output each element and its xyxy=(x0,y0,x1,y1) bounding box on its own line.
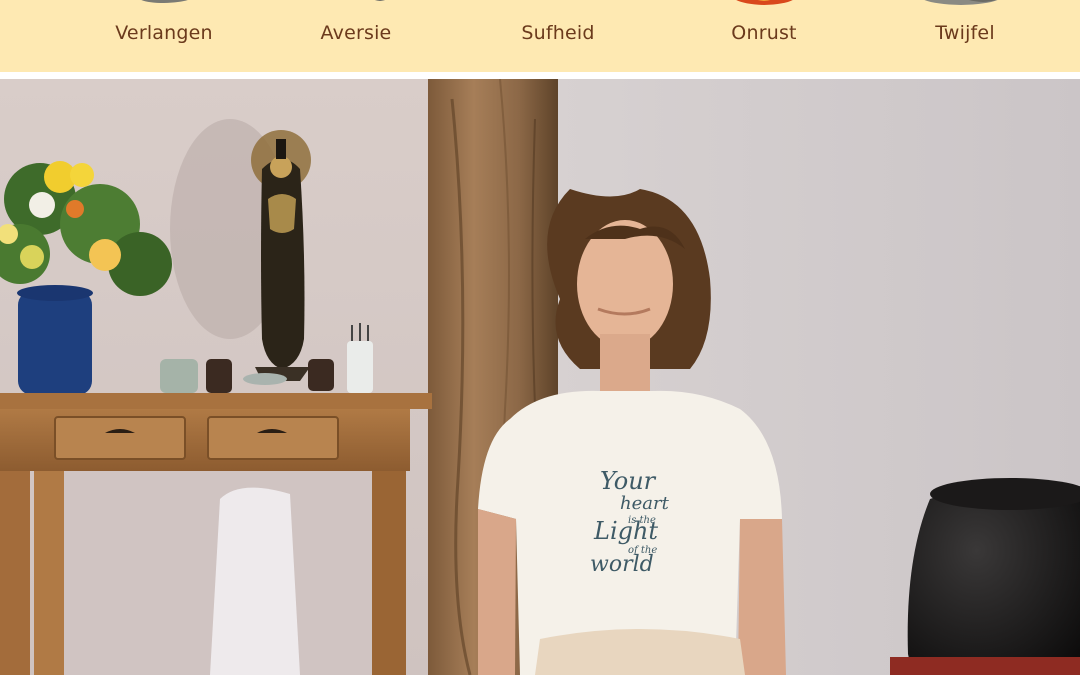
hindrance-label: Onrust xyxy=(731,22,797,44)
stone-icon xyxy=(374,0,386,1)
section-divider xyxy=(0,72,1080,79)
hindrance-item-aversie[interactable]: Aversie xyxy=(256,0,456,72)
hindrances-nav: Verlangen Aversie Sufheid Onrust Twijfel xyxy=(0,0,1080,72)
hindrance-label: Verlangen xyxy=(115,22,213,44)
shirt-text-6: world xyxy=(590,552,654,577)
shirt-text-2: heart xyxy=(620,493,670,514)
hindrance-item-twijfel[interactable]: Twijfel xyxy=(865,0,1065,72)
stone-icon xyxy=(924,0,998,5)
hindrance-item-sufheid[interactable]: Sufheid xyxy=(458,0,658,72)
meditation-photo: Your heart is the Light of the world xyxy=(0,79,1080,675)
shirt-text-4: Light xyxy=(593,517,658,545)
stone-icon xyxy=(458,0,658,8)
hindrance-label: Aversie xyxy=(320,22,392,44)
shirt-text-1: Your xyxy=(600,467,657,495)
hindrance-item-onrust[interactable]: Onrust xyxy=(664,0,864,72)
fire-icon xyxy=(736,0,793,5)
hindrance-label: Sufheid xyxy=(521,22,595,44)
stone-icon xyxy=(141,0,188,3)
hindrance-item-verlangen[interactable]: Verlangen xyxy=(64,0,264,72)
hindrance-label: Twijfel xyxy=(935,22,995,44)
